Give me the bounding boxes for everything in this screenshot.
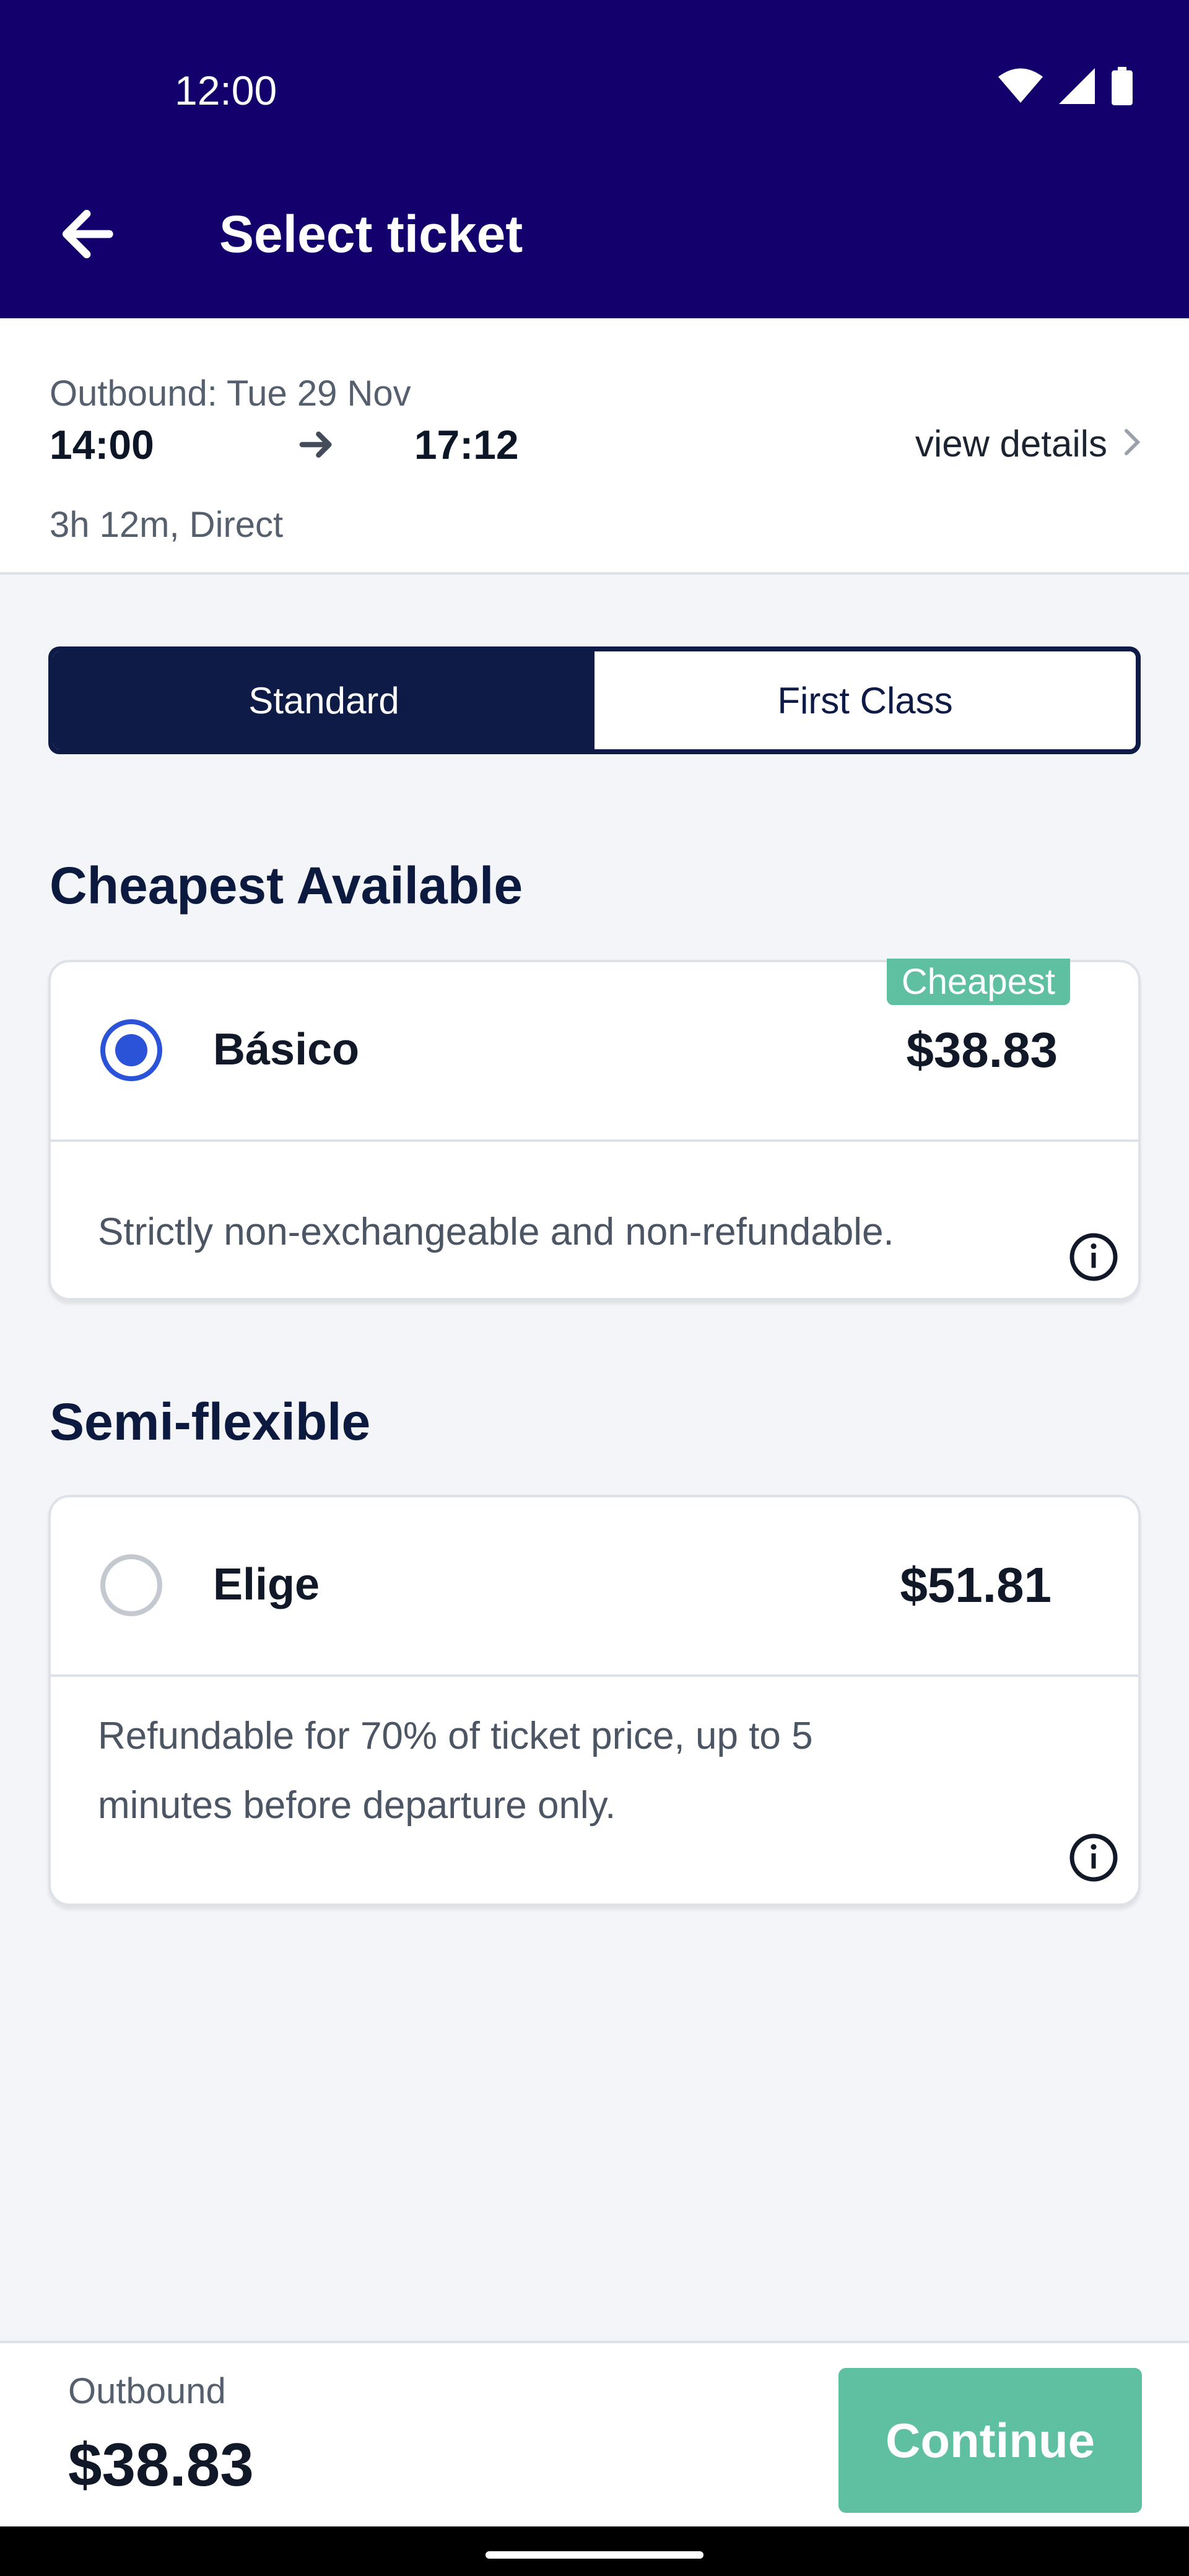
fare-row[interactable]: Elige $51.81 xyxy=(51,1497,1138,1677)
fare-name: Elige xyxy=(213,1560,320,1609)
page-title: Select ticket xyxy=(219,205,523,263)
view-details-link[interactable]: view details xyxy=(915,422,1141,465)
battery-icon xyxy=(1111,67,1133,108)
app-header: 12:00 Select ticket xyxy=(0,0,1189,318)
arrow-right-icon xyxy=(299,430,335,459)
fare-radio-basico[interactable] xyxy=(100,1019,162,1081)
fare-price: $38.83 xyxy=(906,1022,1058,1077)
journey-summary: Outbound: Tue 29 Nov 14:00 17:12 3h 12m,… xyxy=(0,318,1189,575)
chevron-right-icon xyxy=(1123,422,1141,465)
info-icon[interactable] xyxy=(1068,1231,1120,1283)
checkout-footer: Outbound $38.83 Continue xyxy=(0,2341,1189,2526)
fare-card-basico[interactable]: Básico Cheapest $38.83 Strictly non-exch… xyxy=(48,959,1141,1300)
section-title-semi-flexible: Semi-flexible xyxy=(50,1393,371,1451)
status-time: 12:00 xyxy=(175,67,277,113)
fare-card-elige[interactable]: Elige $51.81 Refundable for 70% of ticke… xyxy=(48,1495,1141,1906)
arrive-time: 17:12 xyxy=(414,422,519,468)
back-button[interactable] xyxy=(50,198,124,272)
footer-label: Outbound xyxy=(68,2371,226,2411)
arrow-left-icon xyxy=(58,209,115,262)
view-details-label: view details xyxy=(915,423,1107,464)
fare-name: Básico xyxy=(213,1025,360,1074)
fare-radio-elige[interactable] xyxy=(100,1554,162,1616)
fare-price: $51.81 xyxy=(900,1557,1052,1612)
system-nav-bar xyxy=(0,2526,1189,2576)
journey-times: 14:00 17:12 xyxy=(50,421,519,468)
journey-date: Outbound: Tue 29 Nov xyxy=(50,373,411,414)
home-gesture-pill[interactable] xyxy=(486,2551,703,2559)
status-icons xyxy=(998,67,1133,108)
tab-first-class[interactable]: First Class xyxy=(594,651,1136,749)
fare-row[interactable]: Básico Cheapest $38.83 xyxy=(51,959,1138,1142)
journey-duration: 3h 12m, Direct xyxy=(50,505,284,545)
depart-time: 14:00 xyxy=(50,422,154,468)
continue-button[interactable]: Continue xyxy=(838,2368,1142,2513)
section-title-cheapest: Cheapest Available xyxy=(50,856,523,915)
cheapest-badge: Cheapest xyxy=(886,959,1070,1005)
signal-icon xyxy=(1059,68,1095,107)
tab-standard[interactable]: Standard xyxy=(53,651,594,749)
class-toggle: Standard First Class xyxy=(48,646,1141,754)
footer-price: $38.83 xyxy=(68,2430,254,2499)
fare-description: Refundable for 70% of ticket price, up t… xyxy=(98,1715,813,1827)
wifi-icon xyxy=(998,67,1043,108)
info-icon[interactable] xyxy=(1068,1832,1120,1884)
fare-description: Strictly non-exchangeable and non-refund… xyxy=(98,1211,894,1253)
